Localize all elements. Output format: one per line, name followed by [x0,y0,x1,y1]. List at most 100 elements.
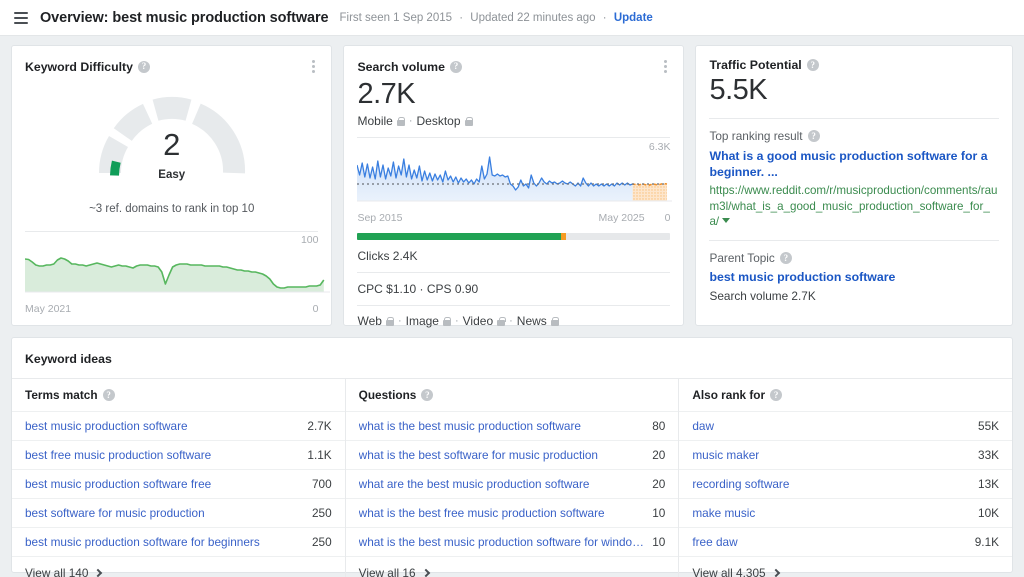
keyword-term[interactable]: best free music production software [25,448,211,462]
table-row[interactable]: free daw 9.1K [679,527,1013,556]
sv-axis-row: Sep 2015 May 2025 0 [357,211,670,224]
question-mark-icon[interactable]: ? [806,59,819,71]
table-row[interactable]: what is the best software for music prod… [345,440,679,469]
divider [709,118,999,119]
traffic-potential-value: 5.5K [709,74,768,106]
keyword-volume: 80 [652,419,666,433]
clicks-bar-organic [357,233,561,240]
keyword-volume: 1.1K [307,448,332,462]
table-row[interactable]: what is the best music production softwa… [345,411,679,440]
metrics-cards-row: Keyword Difficulty ? 2 Easy ~3 ref. doma… [0,36,1024,328]
chevron-right-icon [94,568,103,577]
traffic-potential-header: Traffic Potential ? [696,46,1012,72]
device-desktop-label: Desktop [416,114,461,128]
table-row[interactable]: recording software 13K [679,469,1013,498]
keyword-term[interactable]: what is the best software for music prod… [359,448,598,462]
url-text: https://www.reddit.com/r/musicproduction… [709,184,998,229]
kd-sparkline-chart [25,257,330,293]
device-separator: · [408,115,413,127]
keyword-term[interactable]: make music [692,506,755,520]
keyword-term[interactable]: free daw [692,535,737,549]
divider [357,305,671,306]
keyword-term[interactable]: what is the best free music production s… [359,506,605,520]
search-volume-header: Search volume ? [344,46,683,75]
page-meta: First seen 1 Sep 2015 · Updated 22 minut… [340,12,653,24]
view-all-link[interactable]: View all 4,305 [679,556,1013,577]
keyword-term[interactable]: what are the best music production softw… [359,477,590,491]
parent-topic-search-volume: Search volume 2.7K [709,289,816,304]
keyword-ideas-column-questions: Questions ? what is the best music produ… [344,379,679,577]
chevron-down-icon[interactable] [722,218,731,224]
view-all-link[interactable]: View all 140 [12,556,345,577]
kebab-menu-icon[interactable] [661,58,670,75]
keyword-term[interactable]: best music production software for begin… [25,535,260,549]
keyword-ideas-card: Keyword ideas Terms match ? best music p… [11,337,1013,577]
table-row[interactable]: what is the best free music production s… [345,498,679,527]
keyword-difficulty-value: 2 [163,127,181,162]
table-row[interactable]: best music production software 2.7K [12,411,345,440]
keyword-volume: 10 [652,506,666,520]
meta-separator-2: · [602,11,607,24]
parent-topic-label: Parent Topic ? [709,251,999,265]
keyword-difficulty-label: Easy [158,169,186,181]
top-ranking-result-url[interactable]: https://www.reddit.com/r/musicproduction… [709,183,999,229]
keyword-term[interactable]: recording software [692,477,789,491]
parent-topic-text: Parent Topic [709,251,775,266]
kd-axis-row: May 2021 0 [12,303,331,315]
question-mark-icon[interactable]: ? [779,252,792,265]
question-mark-icon[interactable]: ? [770,389,783,401]
serp-features-row: Web · Image · Video · News [357,314,670,328]
keyword-difficulty-card: Keyword Difficulty ? 2 Easy ~3 ref. doma… [11,45,333,326]
question-mark-icon[interactable]: ? [449,60,462,73]
sv-chart-max: 6.3K [648,141,671,153]
column-header-label: Questions [358,388,417,402]
question-mark-icon[interactable]: ? [102,389,115,401]
table-row[interactable]: best music production software free 700 [12,469,345,498]
table-row[interactable]: best music production software for begin… [12,527,345,556]
keyword-term[interactable]: what is the best music production softwa… [359,535,645,549]
parent-topic-link[interactable]: best music production software [709,270,999,284]
keyword-difficulty-gauge: 2 Easy [12,81,331,199]
table-row[interactable]: best software for music production 250 [12,498,345,527]
keyword-volume: 700 [311,477,332,491]
serp-news-label: News [516,314,547,328]
keyword-term[interactable]: best music production software free [25,477,211,491]
device-mobile-label: Mobile [357,114,393,128]
column-header: Terms match ? [12,379,345,411]
search-volume-value: 2.7K [357,78,416,110]
table-row[interactable]: what is the best music production softwa… [345,527,679,556]
table-row[interactable]: what are the best music production softw… [345,469,679,498]
serp-separator-1: · [397,315,402,327]
first-seen-text: First seen 1 Sep 2015 [339,11,453,24]
keyword-term[interactable]: music maker [692,448,759,462]
lock-icon [385,316,395,326]
top-ranking-result-link[interactable]: What is a good music production software… [709,148,999,180]
view-all-link[interactable]: View all 16 [345,556,679,577]
kd-axis-min: 0 [312,303,319,315]
table-row[interactable]: best free music production software 1.1K [12,440,345,469]
clicks-bar-paid [560,233,566,240]
kebab-menu-icon[interactable] [309,58,318,75]
chevron-right-icon [771,568,780,577]
question-mark-icon[interactable]: ? [137,60,150,73]
table-row[interactable]: make music 10K [679,498,1013,527]
keyword-ideas-column-also-rank-for: Also rank for ? daw 55K music maker 33K … [678,379,1013,577]
question-mark-icon[interactable]: ? [807,130,820,142]
hamburger-icon[interactable] [14,11,28,24]
column-header: Questions ? [346,379,679,411]
table-row[interactable]: music maker 33K [679,440,1013,469]
update-link[interactable]: Update [614,12,653,24]
keyword-term[interactable]: what is the best music production softwa… [359,419,581,433]
keyword-term[interactable]: best music production software [25,419,188,433]
search-volume-card: Search volume ? 2.7K Mobile · Desktop 6.… [343,45,685,328]
keyword-term[interactable]: best software for music production [25,506,205,520]
keyword-volume: 10K [978,506,1000,520]
table-row[interactable]: daw 55K [679,411,1013,440]
keyword-term[interactable]: daw [692,419,714,433]
kd-axis-start: May 2021 [25,303,72,315]
question-mark-icon[interactable]: ? [421,389,434,401]
column-header-label: Also rank for [692,388,766,402]
keyword-volume: 9.1K [974,535,1000,549]
keyword-volume: 13K [978,477,1000,491]
serp-video-label: Video [462,314,494,328]
